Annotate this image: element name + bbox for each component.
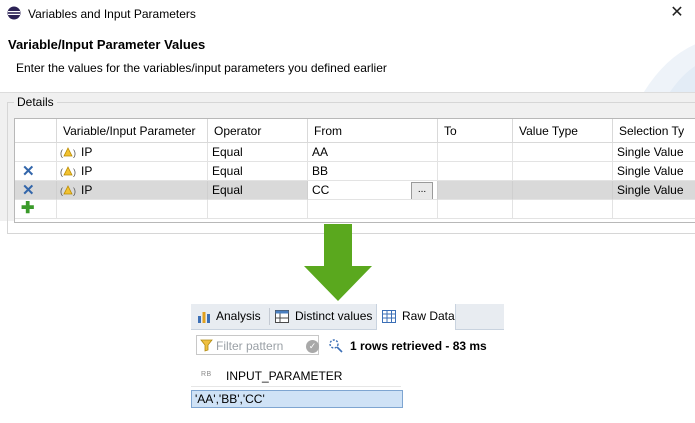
variable-name: IP xyxy=(81,183,93,197)
tab-analysis[interactable]: Analysis xyxy=(191,304,269,329)
column-type-badge: RB xyxy=(201,371,212,378)
header-decoration-graphic xyxy=(644,44,695,92)
from-cell[interactable]: BB xyxy=(308,162,438,181)
header-cell-selection-type[interactable]: Selection Ty xyxy=(613,119,695,143)
details-group-label: Details xyxy=(14,95,57,109)
result-column-header[interactable]: RB INPUT_PARAMETER xyxy=(191,366,401,387)
from-value[interactable]: CC xyxy=(312,183,329,197)
svg-text:(: ( xyxy=(60,167,63,177)
row-action-cell xyxy=(15,143,57,162)
refresh-icon[interactable] xyxy=(328,338,343,353)
selection-type-cell[interactable]: Single Value xyxy=(613,143,695,162)
input-parameter-icon: ( ) xyxy=(60,147,76,158)
filter-icon xyxy=(200,339,213,352)
table-header-row: Variable/Input Parameter Operator From T… xyxy=(15,119,695,143)
row-action-cell: ✕ xyxy=(15,162,57,181)
empty-cell xyxy=(208,200,308,219)
result-tabbar: Analysis Distinct values Raw Data xyxy=(191,304,504,330)
row-action-cell: ✚ xyxy=(15,200,57,219)
result-cell-selected[interactable]: 'AA','BB','CC' xyxy=(191,390,403,408)
empty-cell xyxy=(308,200,438,219)
operator-cell[interactable]: Equal xyxy=(208,143,308,162)
input-parameter-icon: ( ) xyxy=(60,166,76,177)
header-cell-value-type[interactable]: Value Type xyxy=(513,119,613,143)
rows-retrieved-status: 1 rows retrieved - 83 ms xyxy=(350,339,487,353)
variable-cell[interactable]: ( ) IP xyxy=(57,143,208,162)
dialog-title: Variables and Input Parameters xyxy=(28,7,196,21)
tab-raw-data[interactable]: Raw Data xyxy=(376,304,456,330)
empty-cell xyxy=(513,200,613,219)
eclipse-icon xyxy=(7,6,21,20)
dialog-titlebar: Variables and Input Parameters ✕ xyxy=(0,0,695,28)
table-row[interactable]: ✕ ( ) IP Equal BB Single Value xyxy=(15,162,695,181)
variable-cell[interactable]: ( ) IP xyxy=(57,162,208,181)
column-name: INPUT_PARAMETER xyxy=(226,369,343,383)
input-parameter-icon: ( ) xyxy=(60,185,76,196)
table-grid-icon xyxy=(382,310,396,323)
add-row-icon[interactable]: ✚ xyxy=(21,201,34,217)
tab-label: Distinct values xyxy=(295,309,373,323)
header-title: Variable/Input Parameter Values xyxy=(8,37,206,52)
delete-row-icon[interactable]: ✕ xyxy=(22,183,35,198)
tab-distinct-values[interactable]: Distinct values xyxy=(271,304,374,329)
delete-row-icon[interactable]: ✕ xyxy=(22,164,35,179)
to-cell[interactable] xyxy=(438,143,513,162)
variable-cell[interactable]: ( ) IP xyxy=(57,181,208,200)
empty-cell xyxy=(438,200,513,219)
parameter-values-table: Variable/Input Parameter Operator From T… xyxy=(14,118,695,223)
close-button[interactable]: ✕ xyxy=(667,3,687,23)
header-cell-to[interactable]: To xyxy=(438,119,513,143)
distinct-values-icon xyxy=(275,310,289,323)
svg-text:(: ( xyxy=(60,186,63,196)
tab-separator xyxy=(269,308,270,325)
variables-dialog: Variables and Input Parameters ✕ Variabl… xyxy=(0,0,695,234)
row-action-cell: ✕ xyxy=(15,181,57,200)
header-description: Enter the values for the variables/input… xyxy=(16,61,387,75)
selection-type-cell[interactable]: Single Value xyxy=(613,162,695,181)
down-arrow-icon xyxy=(304,224,372,301)
value-type-cell[interactable] xyxy=(513,143,613,162)
filter-input[interactable]: Filter pattern ✓ xyxy=(196,335,319,355)
header-cell-variable[interactable]: Variable/Input Parameter xyxy=(57,119,208,143)
bar-chart-icon xyxy=(198,312,210,323)
header-cell-from[interactable]: From xyxy=(308,119,438,143)
empty-cell xyxy=(613,200,695,219)
variable-name: IP xyxy=(81,145,93,159)
to-cell[interactable] xyxy=(438,181,513,200)
value-type-cell[interactable] xyxy=(513,162,613,181)
svg-text:): ) xyxy=(73,167,76,177)
browse-values-button[interactable]: ... xyxy=(411,182,433,199)
table-row[interactable]: ( ) IP Equal AA Single Value xyxy=(15,143,695,162)
apply-filter-icon[interactable]: ✓ xyxy=(306,340,319,353)
tab-label: Analysis xyxy=(216,309,261,323)
header-cell-operator[interactable]: Operator xyxy=(208,119,308,143)
from-cell[interactable]: AA xyxy=(308,143,438,162)
to-cell[interactable] xyxy=(438,162,513,181)
selection-type-cell[interactable]: Single Value xyxy=(613,181,695,200)
value-type-cell[interactable] xyxy=(513,181,613,200)
variable-name: IP xyxy=(81,164,93,178)
empty-cell xyxy=(57,200,208,219)
dialog-header: Variable/Input Parameter Values Enter th… xyxy=(0,28,695,93)
operator-cell[interactable]: Equal xyxy=(208,162,308,181)
filter-toolbar: Filter pattern ✓ 1 rows retrieved - 83 m… xyxy=(191,333,504,359)
svg-text:(: ( xyxy=(60,148,63,158)
filter-placeholder: Filter pattern xyxy=(216,339,284,353)
operator-cell[interactable]: Equal xyxy=(208,181,308,200)
table-row-selected[interactable]: ✕ ( ) IP Equal CC ... Single Value xyxy=(15,181,695,200)
svg-text:): ) xyxy=(73,186,76,196)
table-add-row[interactable]: ✚ xyxy=(15,200,695,219)
svg-text:): ) xyxy=(73,148,76,158)
from-cell-editor[interactable]: CC ... xyxy=(308,181,438,200)
header-cell-actions xyxy=(15,119,57,143)
tab-label: Raw Data xyxy=(402,309,455,323)
